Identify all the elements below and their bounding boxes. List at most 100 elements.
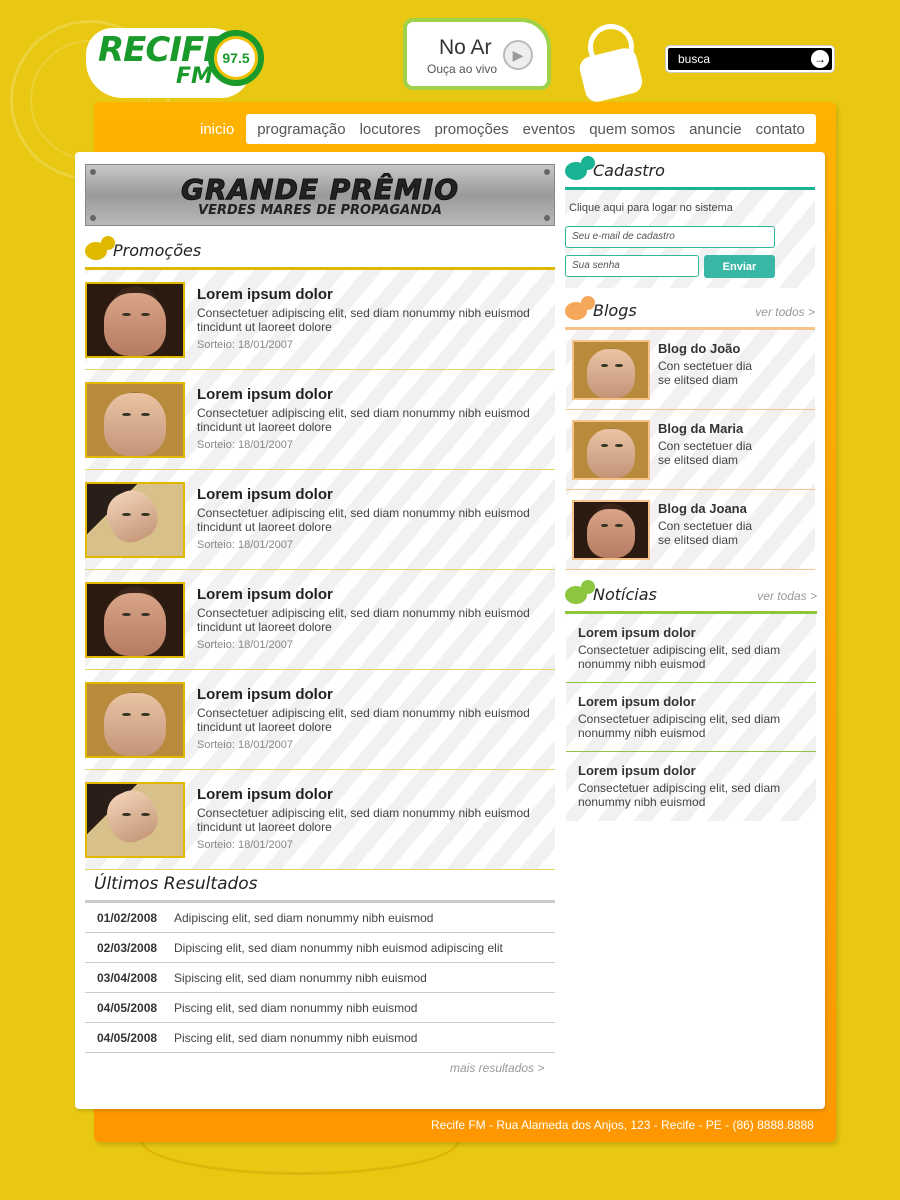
noticias-more-link[interactable]: ver todas >	[757, 589, 817, 603]
result-row[interactable]: 03/04/2008 Sipiscing elit, sed diam nonum…	[85, 963, 555, 993]
blog-avatar[interactable]	[572, 340, 650, 400]
promo-title[interactable]: Lorem ipsum dolor	[197, 586, 333, 603]
footer-address: Recife FM - Rua Alameda dos Anjos, 123 -…	[431, 1118, 814, 1132]
results-table: 01/02/2008 Adipiscing elit, sed diam nonu…	[85, 900, 555, 1053]
nav-item-programacao[interactable]: programação	[250, 121, 352, 138]
email-field[interactable]: Seu e-mail de cadastro	[565, 226, 775, 248]
news-item[interactable]: Lorem ipsum dolor Consectetuer adipiscing…	[566, 752, 816, 821]
news-description: Consectetuer adipiscing elit, sed diam n…	[578, 781, 781, 809]
promo-description: Consectetuer adipiscing elit, sed diam n…	[197, 406, 530, 434]
password-field[interactable]: Sua senha	[565, 255, 699, 277]
blog-description: Con sectetuer dia se elitsed diam	[658, 439, 753, 467]
site-logo[interactable]: RECIFE FM 97.5	[86, 18, 264, 98]
promo-description: Consectetuer adipiscing elit, sed diam n…	[197, 806, 530, 834]
play-icon[interactable]: ▶	[503, 40, 533, 70]
result-text: Piscing elit, sed diam nonummy nibh euis…	[174, 1000, 418, 1015]
promo-item[interactable]: Lorem ipsum dolor Consectetuer adipiscing…	[85, 470, 555, 570]
promo-item[interactable]: Lorem ipsum dolor Consectetuer adipiscing…	[85, 570, 555, 670]
promo-description: Consectetuer adipiscing elit, sed diam n…	[197, 706, 530, 734]
promo-date: Sorteio: 18/01/2007	[197, 739, 294, 751]
promo-item[interactable]: Lorem ipsum dolor Consectetuer adipiscing…	[85, 670, 555, 770]
result-text: Sipiscing elit, sed diam nonummy nibh eu…	[174, 970, 427, 985]
result-date: 04/05/2008	[97, 1000, 158, 1015]
result-row[interactable]: 04/05/2008 Piscing elit, sed diam nonummy…	[85, 993, 555, 1023]
section-title: Blogs	[593, 301, 637, 320]
promo-photo[interactable]	[85, 282, 185, 358]
news-list: Lorem ipsum dolor Consectetuer adipiscing…	[566, 614, 816, 821]
result-row[interactable]: 02/03/2008 Dipiscing elit, sed diam nonum…	[85, 933, 555, 963]
logo-frequency: 97.5	[208, 30, 264, 86]
promo-item[interactable]: Lorem ipsum dolor Consectetuer adipiscing…	[85, 370, 555, 470]
submit-button[interactable]: Enviar	[704, 255, 775, 278]
result-text: Piscing elit, sed diam nonummy nibh euis…	[174, 1030, 418, 1045]
blogs-heading: Blogs ver todos >	[565, 296, 815, 330]
banner-title: GRANDE PRÊMIO	[180, 173, 460, 207]
promo-photo[interactable]	[85, 782, 185, 858]
nav-item-eventos[interactable]: eventos	[516, 121, 583, 138]
nav-item-locutores[interactable]: locutores	[353, 121, 428, 138]
result-text: Adipiscing elit, sed diam nonummy nibh e…	[174, 910, 434, 925]
search-input[interactable]: busca	[678, 52, 710, 66]
blog-description: Con sectetuer dia se elitsed diam	[658, 359, 753, 387]
blog-item[interactable]: Blog do João Con sectetuer dia se elitsed…	[566, 330, 815, 410]
promo-list: Lorem ipsum dolor Consectetuer adipiscing…	[85, 270, 555, 870]
main-nav: inicio programação locutores promoções e…	[190, 114, 816, 144]
section-title: Notícias	[593, 585, 657, 604]
blog-avatar[interactable]	[572, 420, 650, 480]
blog-list: Blog do João Con sectetuer dia se elitsed…	[566, 330, 815, 570]
logo-fm: FM	[176, 64, 213, 89]
news-item[interactable]: Lorem ipsum dolor Consectetuer adipiscing…	[566, 614, 816, 683]
nav-item-quem-somos[interactable]: quem somos	[582, 121, 682, 138]
nav-item-anuncie[interactable]: anuncie	[682, 121, 749, 138]
blog-title[interactable]: Blog do João	[658, 341, 740, 356]
on-air-subtitle: Ouça ao vivo	[427, 62, 498, 76]
blog-title[interactable]: Blog da Maria	[658, 421, 743, 436]
promo-description: Consectetuer adipiscing elit, sed diam n…	[197, 306, 530, 334]
blogs-more-link[interactable]: ver todos >	[755, 305, 815, 319]
promo-date: Sorteio: 18/01/2007	[197, 639, 294, 651]
promo-photo[interactable]	[85, 382, 185, 458]
news-description: Consectetuer adipiscing elit, sed diam n…	[578, 712, 781, 740]
promo-title[interactable]: Lorem ipsum dolor	[197, 286, 333, 303]
noticias-heading: Notícias ver todas >	[565, 580, 817, 614]
result-text: Dipiscing elit, sed diam nonummy nibh eu…	[174, 940, 503, 955]
blog-avatar[interactable]	[572, 500, 650, 560]
promo-item[interactable]: Lorem ipsum dolor Consectetuer adipiscing…	[85, 270, 555, 370]
more-results-link[interactable]: mais resultados >	[450, 1061, 544, 1075]
news-item[interactable]: Lorem ipsum dolor Consectetuer adipiscing…	[566, 683, 816, 752]
blog-item[interactable]: Blog da Maria Con sectetuer dia se elitse…	[566, 410, 815, 490]
promo-banner[interactable]: GRANDE PRÊMIO VERDES MARES DE PROPAGANDA	[85, 164, 555, 226]
nav-item-contato[interactable]: contato	[749, 121, 812, 138]
nav-item-inicio[interactable]: inicio	[190, 121, 244, 138]
blog-item[interactable]: Blog da Joana Con sectetuer dia se elitse…	[566, 490, 815, 570]
section-title: Cadastro	[593, 161, 665, 180]
promo-title[interactable]: Lorem ipsum dolor	[197, 386, 333, 403]
promo-title[interactable]: Lorem ipsum dolor	[197, 786, 333, 803]
news-title[interactable]: Lorem ipsum dolor	[578, 625, 696, 640]
promo-photo[interactable]	[85, 582, 185, 658]
nav-item-promocoes[interactable]: promoções	[427, 121, 515, 138]
result-row[interactable]: 01/02/2008 Adipiscing elit, sed diam nonu…	[85, 903, 555, 933]
promocoes-heading: Promoções	[85, 236, 555, 270]
blog-title[interactable]: Blog da Joana	[658, 501, 747, 516]
promo-title[interactable]: Lorem ipsum dolor	[197, 686, 333, 703]
login-link[interactable]: Clique aqui para logar no sistema	[569, 202, 733, 214]
promo-date: Sorteio: 18/01/2007	[197, 339, 294, 351]
resultados-title: Últimos Resultados	[94, 874, 258, 894]
result-date: 01/02/2008	[97, 910, 158, 925]
promo-item[interactable]: Lorem ipsum dolor Consectetuer adipiscing…	[85, 770, 555, 870]
result-date: 02/03/2008	[97, 940, 158, 955]
arrow-right-icon[interactable]: →	[811, 50, 829, 68]
promo-photo[interactable]	[85, 482, 185, 558]
on-air-player[interactable]: No Ar Ouça ao vivo ▶	[403, 18, 551, 90]
result-date: 04/05/2008	[97, 1030, 158, 1045]
nav-menu: programação locutores promoções eventos …	[246, 114, 816, 144]
result-row[interactable]: 04/05/2008 Piscing elit, sed diam nonummy…	[85, 1023, 555, 1053]
news-title[interactable]: Lorem ipsum dolor	[578, 763, 696, 778]
search-box[interactable]: busca →	[666, 46, 834, 72]
promo-description: Consectetuer adipiscing elit, sed diam n…	[197, 506, 530, 534]
news-title[interactable]: Lorem ipsum dolor	[578, 694, 696, 709]
promo-title[interactable]: Lorem ipsum dolor	[197, 486, 333, 503]
promo-photo[interactable]	[85, 682, 185, 758]
promo-date: Sorteio: 18/01/2007	[197, 539, 294, 551]
